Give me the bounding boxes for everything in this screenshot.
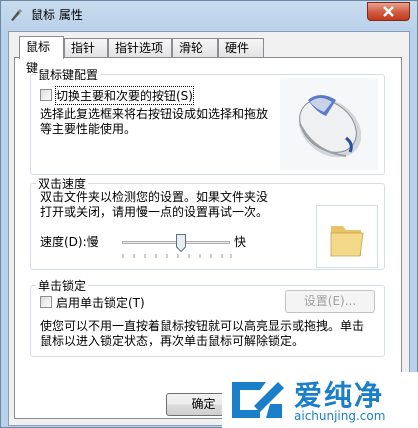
watermark: 爱纯净 aichunjing.com — [222, 372, 418, 428]
switch-buttons-checkbox[interactable] — [40, 89, 52, 101]
click-lock-desc-2: 鼠标以进入锁定状态，再次单击鼠标可解除锁定。 — [40, 334, 305, 348]
switch-buttons-label[interactable]: 切换主要和次要的按钮(S) — [55, 86, 194, 105]
double-click-desc-2: 打开或关闭，请用慢一点的设置再试一次。 — [40, 205, 269, 219]
watermark-url: aichunjing.com — [294, 409, 386, 423]
click-lock-checkbox[interactable] — [40, 296, 52, 308]
title-bar[interactable]: 鼠标 属性 — [1, 1, 417, 29]
fast-label: 快 — [234, 235, 247, 249]
click-lock-label[interactable]: 启用单击锁定(T) — [56, 294, 145, 311]
mouse-icon — [298, 95, 362, 158]
window-title: 鼠标 属性 — [31, 8, 83, 22]
click-lock-settings-button[interactable]: 设置(E)... — [285, 290, 375, 313]
mouse-app-icon — [8, 7, 24, 23]
watermark-brand: 爱纯净 — [294, 379, 385, 412]
button-config-desc-2: 等主要性能使用。 — [40, 122, 137, 136]
double-click-desc-1: 双击文件夹以检测您的设置。如果文件夹没 — [40, 190, 269, 204]
tab-wheel[interactable]: 滑轮 — [172, 38, 218, 57]
tab-pointers[interactable]: 指针 — [64, 38, 108, 57]
tab-pointer-options[interactable]: 指针选项 — [108, 38, 172, 57]
click-lock-desc-1: 使您可以不用一直按着鼠标按钮就可以高亮显示或拖拽。单击 — [40, 319, 365, 333]
button-config-title: 鼠标键配置 — [36, 66, 101, 83]
tab-buttons[interactable]: 鼠标键 — [19, 36, 64, 75]
button-config-desc-1: 选择此复选框来将右按钮设成如选择和拖放 — [40, 107, 269, 121]
speed-slider-ticks — [122, 254, 232, 258]
close-button[interactable] — [367, 2, 410, 21]
click-lock-title: 单击锁定 — [36, 277, 89, 294]
watermark-logo-icon — [232, 382, 284, 418]
tab-hardware[interactable]: 硬件 — [218, 38, 264, 57]
folder-icon — [330, 226, 364, 257]
close-icon — [383, 6, 394, 17]
speed-slider-thumb[interactable] — [176, 234, 186, 253]
mouse-image — [280, 78, 378, 170]
speed-label: 速度(D):慢 — [40, 235, 99, 249]
test-folder-area[interactable] — [316, 205, 378, 268]
